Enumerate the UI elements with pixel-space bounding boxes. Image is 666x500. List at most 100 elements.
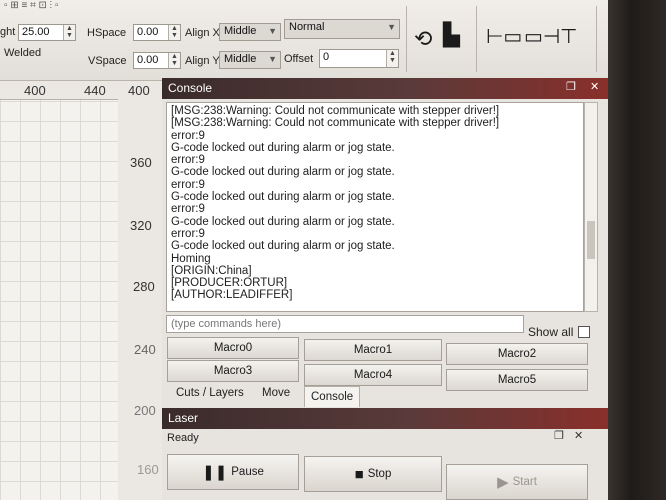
log-line: error:9 [171, 129, 205, 142]
log-line: [PRODUCER:ORTUR] [171, 277, 288, 290]
console-log[interactable]: [MSG:238:Warning: Could not communicate … [166, 102, 584, 312]
monitor-bezel [608, 0, 666, 500]
pause-icon: ❚❚ [202, 464, 228, 481]
close-icon[interactable]: ✕ [574, 429, 583, 442]
dropdown-arrow-icon: ▼ [268, 26, 277, 36]
hspace-value: 0.00 [137, 26, 159, 38]
toolbar-separator [476, 6, 477, 72]
align-x-select[interactable]: Middle ▼ [219, 23, 281, 41]
ruler-tick: 160 [137, 462, 159, 477]
spinner-icon[interactable]: ▲ ▼ [168, 53, 180, 68]
log-line: G-code locked out during alarm or jog st… [171, 166, 395, 179]
console-title: Console [168, 81, 213, 95]
log-line: G-code locked out during alarm or jog st… [171, 215, 395, 228]
ruler-tick: 400 [24, 83, 46, 98]
toolbar-separator [596, 6, 597, 72]
log-line: G-code locked out during alarm or jog st… [171, 141, 395, 154]
spinner-icon[interactable]: ▲ ▼ [168, 25, 180, 40]
height-value: 25.00 [22, 26, 50, 38]
ruler-tick: 400 [128, 83, 150, 98]
ruler-tick: 280 [133, 279, 155, 294]
vspace-field[interactable]: 0.00 ▲ ▼ [133, 52, 181, 69]
show-all-label: Show all [528, 325, 574, 339]
log-line: error:9 [171, 178, 205, 191]
printer-icon[interactable]: ▙ [443, 22, 460, 48]
console-scrollbar[interactable] [584, 102, 598, 312]
offset-value: 0 [323, 51, 330, 63]
align-y-value: Middle [224, 53, 257, 65]
log-line: G-code locked out during alarm or jog st… [171, 240, 395, 253]
vspace-label: VSpace [88, 55, 127, 67]
toolbar: ▫ ⊞ ≡ ⌗ ⊡ ⫶ ▫ ght 25.00 ▲ ▼ Welded HSpace… [0, 0, 610, 81]
toolbar-top-strip: ▫ ⊞ ≡ ⌗ ⊡ ⫶ ▫ [0, 0, 610, 14]
macro-button[interactable]: Macro5 [446, 369, 588, 391]
ruler-tick: 360 [130, 155, 152, 170]
log-line: error:9 [171, 154, 205, 167]
close-icon[interactable]: ✕ [590, 80, 599, 93]
screen: ▫ ⊞ ≡ ⌗ ⊡ ⫶ ▫ ght 25.00 ▲ ▼ Welded HSpace… [0, 0, 610, 500]
rotate-icon[interactable]: ⟲ [414, 26, 432, 52]
macro-button[interactable]: Macro0 [167, 337, 299, 359]
start-label: Start [512, 476, 537, 488]
style-value: Normal [289, 21, 325, 33]
height-label: ght [0, 26, 16, 38]
ruler-tick: 240 [134, 342, 156, 357]
hspace-field[interactable]: 0.00 ▲ ▼ [133, 24, 181, 41]
log-line: Homing [171, 252, 211, 265]
laser-titlebar: Laser [162, 408, 610, 429]
macro-button[interactable]: Macro4 [304, 364, 442, 386]
macro-button[interactable]: Macro1 [304, 339, 442, 361]
align-center-icon[interactable]: ▭⊣ [524, 24, 560, 49]
tab-console[interactable]: Console [304, 386, 361, 407]
console-dock: Console ❐ ✕ [MSG:238:Warning: Could not … [162, 78, 610, 500]
offset-field[interactable]: 0 ▲ ▼ [319, 49, 399, 68]
offset-label: Offset [284, 53, 314, 65]
start-icon: ▶ [497, 474, 509, 491]
align-icon[interactable]: ⊤ [560, 24, 577, 49]
ruler-tick: 320 [130, 218, 152, 233]
pause-label: Pause [231, 466, 264, 478]
command-input[interactable]: (type commands here) [166, 315, 524, 333]
start-button[interactable]: ▶ Start [446, 464, 588, 500]
welded-label: Welded [4, 47, 42, 59]
stop-label: Stop [367, 468, 392, 480]
macro-button[interactable]: Macro2 [446, 343, 588, 365]
align-x-label: Align X [185, 27, 220, 39]
ruler-tick: 440 [84, 83, 106, 98]
dropdown-arrow-icon: ▼ [268, 54, 277, 64]
align-y-select[interactable]: Middle ▼ [219, 51, 281, 69]
ruler-tick: 200 [134, 403, 156, 418]
align-y-label: Align Y [185, 55, 220, 67]
laser-status: Ready [167, 432, 199, 444]
log-line: [MSG:238:Warning: Could not communicate … [171, 117, 500, 130]
tab-cuts-layers[interactable]: Cuts / Layers [170, 383, 250, 403]
log-line: [ORIGIN:China] [171, 264, 252, 277]
log-line: [MSG:238:Warning: Could not communicate … [171, 105, 500, 117]
toolbar-icons-strip: ▫ ⊞ ≡ ⌗ ⊡ ⫶ ▫ [4, 0, 59, 11]
log-line: error:9 [171, 203, 205, 216]
hspace-label: HSpace [87, 27, 127, 39]
stop-button[interactable]: ■ Stop [304, 456, 442, 492]
spinner-icon[interactable]: ▲ ▼ [386, 50, 398, 67]
toolbar-separator [406, 6, 407, 72]
align-left-icon[interactable]: ⊢▭ [486, 24, 522, 49]
laser-title: Laser [168, 411, 199, 425]
macro-button[interactable]: Macro3 [167, 360, 299, 382]
console-titlebar: Console ❐ ✕ [162, 78, 610, 99]
scrollbar-thumb[interactable] [587, 221, 595, 259]
show-all-checkbox[interactable] [578, 326, 590, 338]
align-x-value: Middle [224, 25, 257, 37]
log-line: G-code locked out during alarm or jog st… [171, 191, 395, 204]
float-window-icon[interactable]: ❐ [554, 429, 564, 442]
spinner-icon[interactable]: ▲ ▼ [63, 25, 75, 40]
stop-icon: ■ [354, 466, 364, 483]
log-line: [AUTHOR:LEADIFFER] [171, 289, 293, 302]
log-line: error:9 [171, 227, 205, 240]
tab-move[interactable]: Move [256, 383, 296, 403]
horizontal-ruler: 400 440 400 [0, 81, 162, 100]
dropdown-arrow-icon: ▼ [387, 22, 396, 32]
pause-button[interactable]: ❚❚ Pause [167, 454, 299, 490]
style-select[interactable]: Normal ▼ [284, 19, 400, 39]
float-window-icon[interactable]: ❐ [566, 80, 576, 93]
height-field[interactable]: 25.00 ▲ ▼ [18, 24, 76, 41]
